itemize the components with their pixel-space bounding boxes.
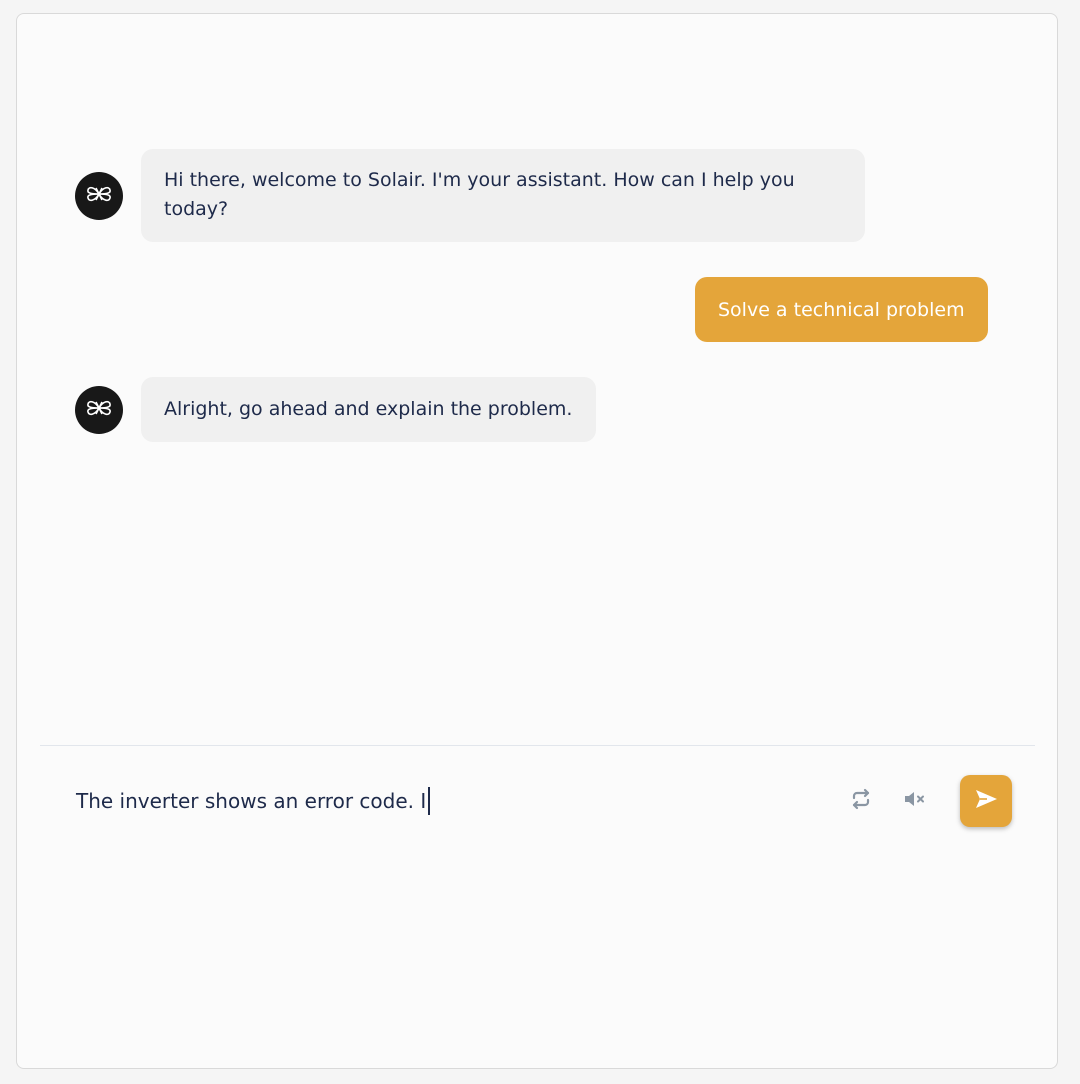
assistant-message: Alright, go ahead and explain the proble… <box>75 377 597 442</box>
send-button[interactable] <box>960 775 1012 827</box>
assistant-message-bubble: Alright, go ahead and explain the proble… <box>141 377 597 442</box>
assistant-avatar <box>75 171 123 220</box>
assistant-message-bubble: Hi there, welcome to Solair. I'm your as… <box>141 149 865 242</box>
assistant-avatar <box>75 385 123 434</box>
message-input-text: The inverter shows an error code. I <box>76 789 427 813</box>
user-message-bubble: Solve a technical problem <box>695 277 988 342</box>
solair-logo-icon <box>85 398 113 422</box>
text-caret <box>428 787 431 815</box>
volume-muted-icon <box>902 787 928 815</box>
refresh-button[interactable] <box>845 785 877 817</box>
chat-window: Hi there, welcome to Solair. I'm your as… <box>16 13 1058 1069</box>
mute-button[interactable] <box>899 785 931 817</box>
solair-logo-icon <box>85 184 113 208</box>
composer-divider <box>40 745 1035 746</box>
refresh-icon <box>849 787 873 815</box>
message-input[interactable]: The inverter shows an error code. I <box>76 784 816 818</box>
send-icon <box>973 787 999 815</box>
assistant-message: Hi there, welcome to Solair. I'm your as… <box>75 149 865 242</box>
